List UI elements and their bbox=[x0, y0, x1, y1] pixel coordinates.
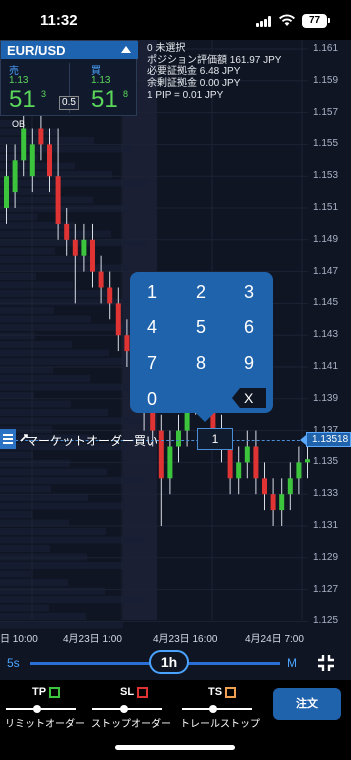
key-5[interactable]: 5 bbox=[189, 315, 213, 339]
key-1[interactable]: 1 bbox=[140, 280, 164, 304]
x-tick-label: 日 10:00 bbox=[0, 634, 38, 645]
position-info: 0 未選択 ポジション評価額 161.97 JPY 必要証拠金 6.48 JPY… bbox=[147, 43, 281, 102]
key-7[interactable]: 7 bbox=[140, 351, 164, 375]
buy-price-pips: 51 bbox=[91, 86, 118, 113]
tp-button[interactable]: TP リミットオーダー bbox=[0, 684, 88, 730]
y-tick-label: 1.125 bbox=[313, 615, 339, 627]
position-valuation: ポジション評価額 161.97 JPY bbox=[147, 54, 282, 66]
y-tick-label: 1.153 bbox=[313, 170, 339, 182]
x-tick-label: 4月24日 7:00 bbox=[245, 634, 304, 645]
collapse-fullscreen-icon[interactable] bbox=[316, 653, 336, 673]
sl-label: ストップオーダー bbox=[91, 719, 171, 730]
y-tick-label: 1.157 bbox=[313, 106, 339, 118]
buy-price-prefix: 1.13 bbox=[91, 75, 111, 86]
sl-tag: SL bbox=[120, 686, 135, 698]
ts-button[interactable]: TS トレールストップ bbox=[176, 684, 264, 730]
instrument-symbol: EUR/USD bbox=[7, 43, 66, 58]
free-margin: 余剰証拠金 0.00 JPY bbox=[147, 78, 241, 90]
key-8[interactable]: 8 bbox=[189, 351, 213, 375]
timeframe-min[interactable]: 5s bbox=[7, 656, 20, 670]
key-0[interactable]: 0 bbox=[140, 387, 164, 411]
tp-tag: TP bbox=[32, 686, 47, 698]
position-selection: 0 未選択 bbox=[147, 43, 186, 54]
signal-icon bbox=[256, 16, 272, 27]
sell-price-fraction: 3 bbox=[41, 89, 47, 99]
delete-key-label: X bbox=[244, 390, 254, 406]
home-indicator bbox=[115, 745, 235, 750]
timeframe-bar: 5s M 1h bbox=[0, 645, 351, 680]
y-tick-label: 1.147 bbox=[313, 265, 339, 277]
y-tick-label: 1.151 bbox=[313, 202, 339, 213]
current-price-tag: 1.13518 bbox=[300, 432, 351, 447]
y-tick-label: 1.161 bbox=[313, 43, 339, 54]
quantity-input[interactable]: 1 bbox=[197, 428, 233, 450]
keypad-pointer bbox=[195, 412, 215, 422]
y-tick-label: 1.145 bbox=[313, 297, 339, 309]
sell-price-pips: 51 bbox=[9, 86, 36, 113]
order-menu-button[interactable] bbox=[0, 429, 16, 449]
y-tick-label: 1.135 bbox=[313, 456, 339, 468]
x-tick-label: 4月23日 1:00 bbox=[63, 634, 122, 645]
x-tick-label: 4月23日 16:00 bbox=[153, 634, 218, 645]
required-margin: 必要証拠金 6.48 JPY bbox=[147, 66, 241, 78]
key-2[interactable]: 2 bbox=[189, 280, 213, 304]
instrument-panel[interactable]: EUR/USD 売 1.13 51 3 買 1.13 51 8 0.5 bbox=[0, 40, 138, 116]
tp-indicator-icon bbox=[49, 687, 60, 698]
delete-key[interactable]: X bbox=[232, 388, 266, 408]
y-tick-label: 1.129 bbox=[313, 551, 339, 563]
y-tick-label: 1.149 bbox=[313, 233, 339, 245]
key-3[interactable]: 3 bbox=[237, 280, 261, 304]
ts-indicator-icon bbox=[225, 687, 236, 698]
y-tick-label: 1.131 bbox=[313, 520, 339, 531]
timeframe-max[interactable]: M bbox=[287, 656, 297, 670]
y-tick-label: 1.141 bbox=[313, 361, 339, 372]
pip-value: 1 PIP = 0.01 JPY bbox=[147, 89, 224, 101]
ts-tag: TS bbox=[208, 686, 223, 698]
timeframe-thumb[interactable]: 1h bbox=[149, 650, 189, 674]
buy-price-button[interactable]: 買 1.13 51 8 bbox=[87, 61, 147, 115]
sell-price-button[interactable]: 売 1.13 51 3 bbox=[5, 61, 65, 115]
order-button[interactable]: 注文 bbox=[273, 688, 341, 720]
collapse-icon[interactable] bbox=[121, 46, 131, 53]
buy-price-fraction: 8 bbox=[123, 89, 129, 99]
spread-badge: 0.5 bbox=[59, 96, 79, 110]
status-bar: 11:32 77 bbox=[0, 0, 351, 40]
y-tick-label: 1.139 bbox=[313, 392, 339, 404]
y-tick-label: 1.127 bbox=[313, 583, 339, 595]
quantity-keypad: 1 2 3 4 5 6 7 8 9 0 X bbox=[130, 272, 273, 413]
tp-label: リミットオーダー bbox=[5, 719, 85, 730]
status-time: 11:32 bbox=[40, 12, 78, 29]
wifi-icon bbox=[279, 14, 295, 26]
instrument-header[interactable]: EUR/USD bbox=[1, 41, 138, 59]
y-tick-label: 1.143 bbox=[313, 329, 339, 341]
y-tick-label: 1.133 bbox=[313, 488, 339, 500]
ob-label: OB bbox=[12, 119, 26, 129]
key-4[interactable]: 4 bbox=[140, 315, 164, 339]
y-tick-label: 1.159 bbox=[313, 74, 339, 86]
battery-icon: 77 bbox=[302, 14, 327, 28]
order-type-label[interactable]: マーケットオーダー買い bbox=[26, 432, 158, 449]
sl-button[interactable]: SL ストップオーダー bbox=[88, 684, 176, 730]
sl-indicator-icon bbox=[137, 687, 148, 698]
key-9[interactable]: 9 bbox=[237, 351, 261, 375]
y-tick-label: 1.155 bbox=[313, 138, 339, 150]
ts-label: トレールストップ bbox=[180, 719, 260, 730]
sell-price-prefix: 1.13 bbox=[9, 75, 29, 86]
key-6[interactable]: 6 bbox=[237, 315, 261, 339]
